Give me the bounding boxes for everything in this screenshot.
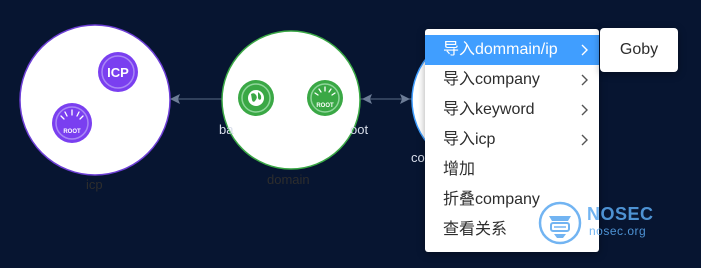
root-badge-text: ROOT bbox=[63, 129, 81, 135]
nosec-watermark: NOSEC nosec.org bbox=[537, 200, 677, 248]
icp-badge-text: ICP bbox=[107, 65, 129, 80]
menu-item-label: 折叠company bbox=[443, 191, 540, 208]
chevron-right-icon bbox=[581, 95, 589, 125]
icp-badge-icon[interactable]: ICP bbox=[98, 52, 138, 92]
chevron-right-icon bbox=[581, 65, 589, 95]
chevron-right-icon bbox=[581, 125, 589, 155]
nosec-logo-icon bbox=[538, 201, 582, 245]
menu-item-label: 查看关系 bbox=[443, 221, 508, 238]
menu-item-import-icp[interactable]: 导入icp bbox=[425, 125, 599, 155]
watermark-subtitle: nosec.org bbox=[589, 224, 647, 238]
node-label-icp: icp bbox=[86, 177, 103, 192]
menu-item-label: 导入dommain/ip bbox=[443, 41, 558, 58]
chevron-right-icon bbox=[581, 35, 589, 65]
watermark-title: NOSEC bbox=[587, 204, 654, 224]
globe-badge-icon[interactable] bbox=[238, 80, 274, 116]
menu-item-label: 导入keyword bbox=[443, 101, 535, 118]
menu-item-label: 导入company bbox=[443, 71, 540, 88]
menu-item-label: 导入icp bbox=[443, 131, 496, 148]
node-label-domain: domain bbox=[267, 172, 310, 187]
menu-item-import-keyword[interactable]: 导入keyword bbox=[425, 95, 599, 125]
menu-item-import-company[interactable]: 导入company bbox=[425, 65, 599, 95]
menu-item-label: 增加 bbox=[443, 161, 476, 178]
node-partial-label-right: oot bbox=[350, 122, 369, 137]
root-badge-text: ROOT bbox=[316, 103, 334, 109]
menu-item-add[interactable]: 增加 bbox=[425, 155, 599, 185]
node-icp[interactable] bbox=[19, 24, 171, 176]
menu-item-import-domain-ip[interactable]: 导入dommain/ip bbox=[425, 35, 599, 65]
root-badge-icon[interactable]: ROOT bbox=[52, 103, 92, 143]
node-label-company: co bbox=[411, 150, 425, 165]
root-badge-icon[interactable]: ROOT bbox=[307, 80, 343, 116]
submenu: Goby bbox=[600, 28, 678, 72]
node-partial-label-left: ba bbox=[219, 122, 234, 137]
submenu-item-goby[interactable]: Goby bbox=[600, 28, 678, 72]
